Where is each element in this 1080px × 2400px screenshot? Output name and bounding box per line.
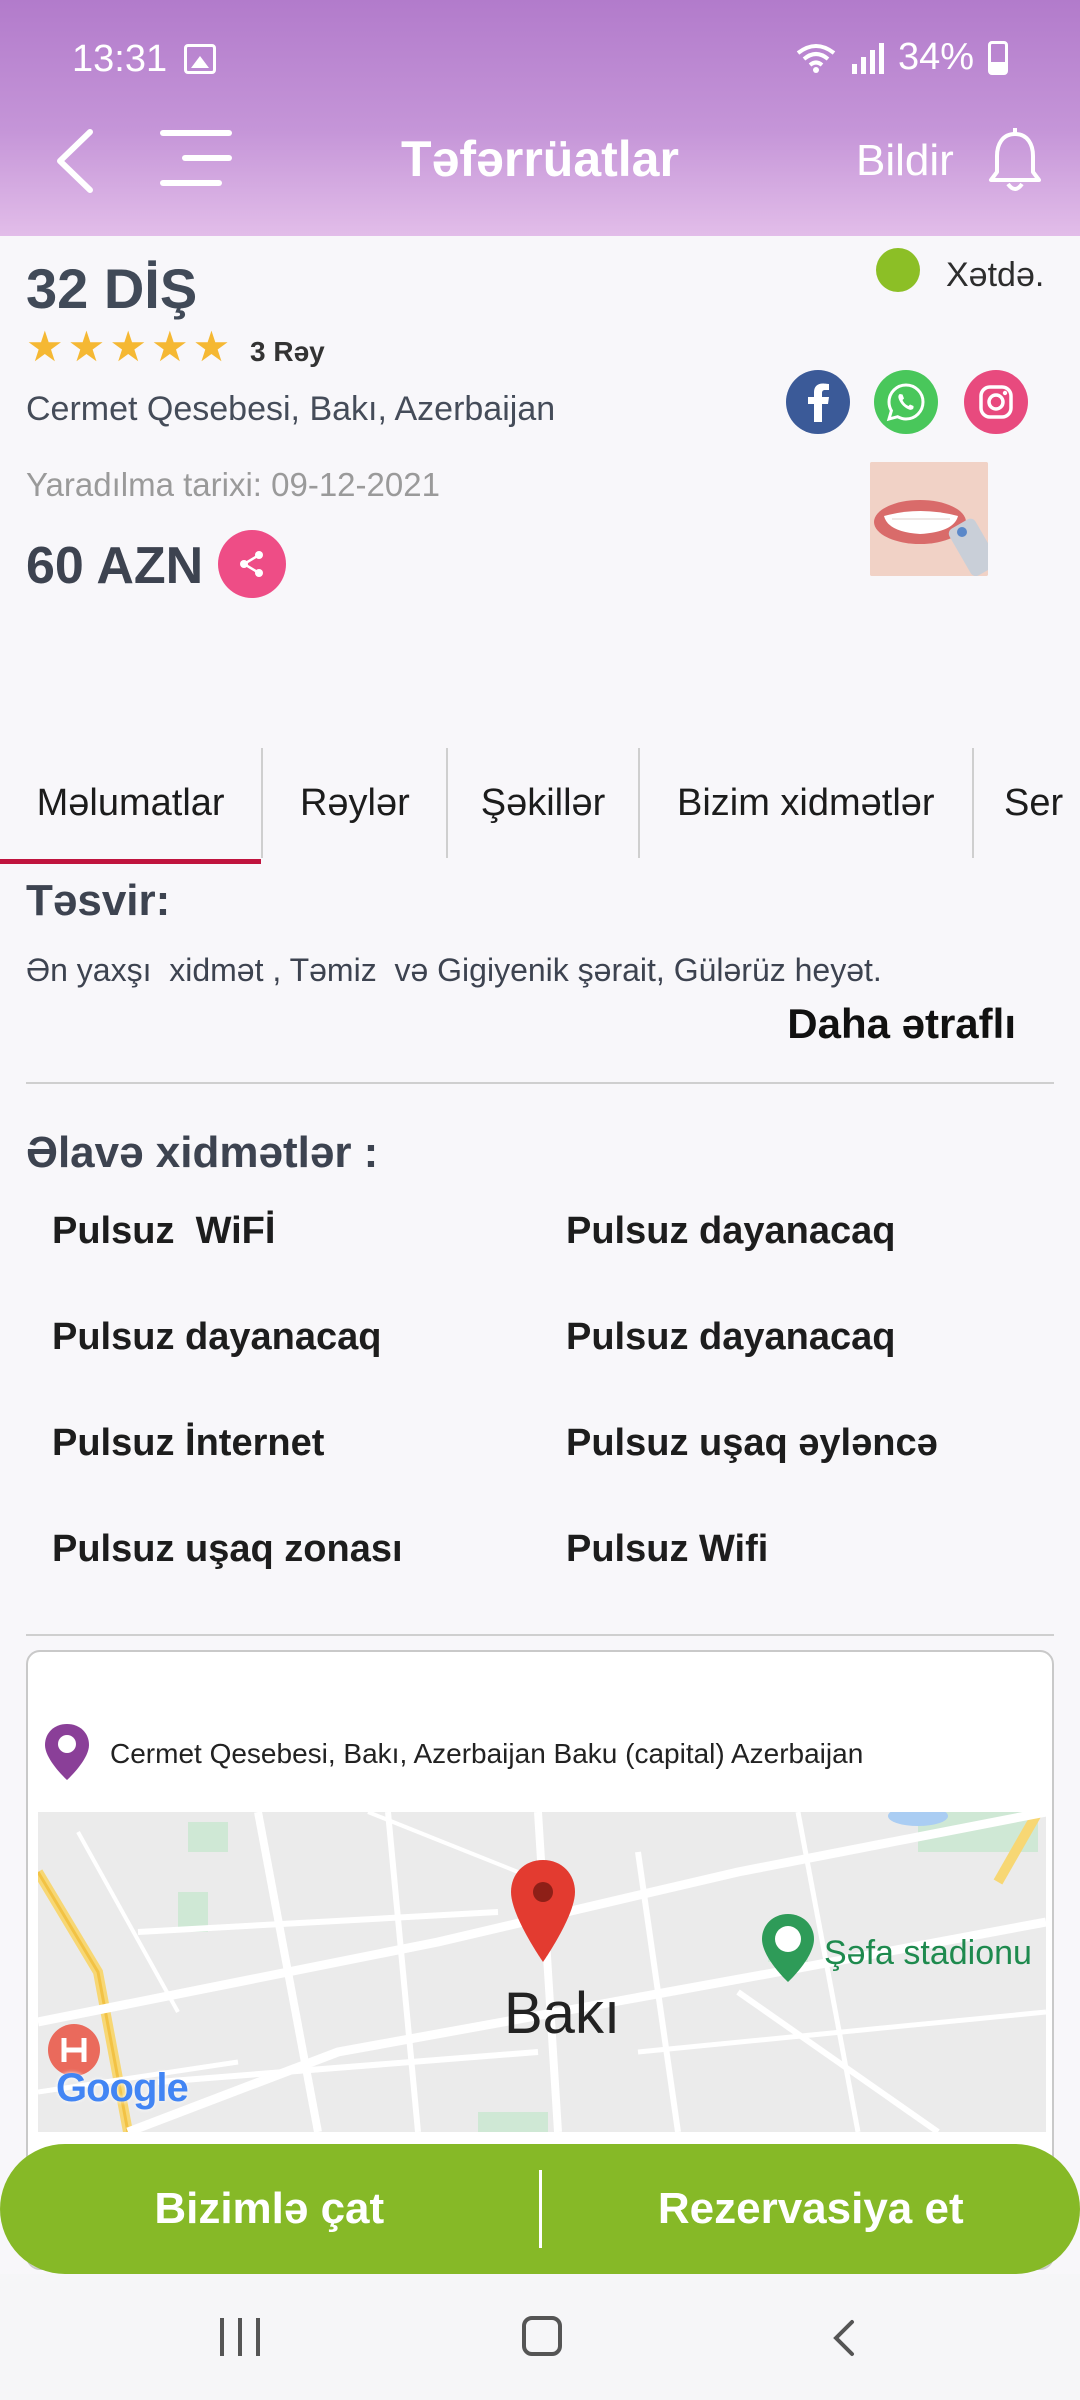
extra-service-item: Pulsuz İnternet [52,1422,325,1464]
description-text: Ən yaxşı xidmət , Təmiz və Gigiyenik şər… [26,952,882,988]
tab-reviews[interactable]: Rəylər [261,748,446,858]
extras-list: Pulsuz WiFİ Pulsuz dayanacaq Pulsuz daya… [52,1206,1052,1574]
report-button[interactable]: Bildir [856,136,954,186]
facebook-icon [808,383,829,422]
instagram-icon [979,385,1013,419]
map-poi-label: Şəfa stadionu [824,1934,1032,1972]
extra-service-item: Pulsuz uşaq zonası [52,1528,403,1570]
location-map[interactable]: Bakı Şəfa stadionu Google [38,1812,1046,2132]
tab-photos[interactable]: Şəkillər [446,748,637,858]
star-icon: ★ [67,323,106,370]
action-bar: Bizimlə çat Rezervasiya et [0,2144,1080,2274]
listing-thumbnail[interactable] [870,462,988,576]
star-icon: ★ [192,323,231,370]
tab-info[interactable]: Məlumatlar [0,748,262,864]
whatsapp-icon [886,383,925,422]
star-icon: ★ [150,323,189,370]
extra-service-item: Pulsuz dayanacaq [52,1316,382,1358]
tab-more[interactable]: Ser [971,748,1080,858]
rating-stars: ★ ★ ★ ★ ★ [26,324,230,370]
location-address: Cermet Qesebesi, Bakı, Azerbaijan Baku (… [110,1738,864,1769]
battery-icon [988,40,1008,75]
location-pin-icon [45,1724,89,1780]
system-back-icon[interactable] [824,2318,864,2358]
extras-heading: Əlavə xidmətlər : [26,1128,379,1177]
extra-service-item: Pulsuz dayanacaq [566,1210,896,1252]
listing-address: Cermet Qesebesi, Bakı, Azerbaijan [26,390,556,428]
description-heading: Təsvir: [26,876,171,925]
menu-icon[interactable] [160,130,232,192]
gallery-notification-icon [184,44,216,74]
star-icon: ★ [109,323,147,370]
facebook-button[interactable] [786,370,850,434]
extra-service-item: Pulsuz dayanacaq [566,1316,896,1358]
extra-service-item: Pulsuz uşaq əyləncə [566,1422,938,1464]
whatsapp-button[interactable] [874,370,938,434]
map-city-label: Bakı [504,1981,621,2046]
review-count[interactable]: 3 Rəy [250,336,325,368]
divider [26,1082,1054,1084]
extra-service-item: Pulsuz WiFİ [52,1210,276,1252]
read-more-link[interactable]: Daha ətraflı [787,1000,1016,1048]
home-icon[interactable] [522,2316,562,2356]
wifi-icon [796,43,836,73]
listing-title: 32 DİŞ [26,257,198,320]
reserve-button[interactable]: Rezervasiya et [542,2144,1080,2274]
online-status-dot [876,248,920,292]
online-status-text: Xətdə. [946,256,1045,294]
tab-services[interactable]: Bizim xidmətlər [637,748,972,858]
status-time: 13:31 [72,38,168,80]
google-logo: Google [56,2066,189,2110]
share-icon [240,551,263,577]
instagram-button[interactable] [964,370,1028,434]
back-arrow-icon[interactable] [50,126,102,196]
divider [26,1634,1054,1636]
status-icons: 34% [796,36,1008,79]
price: 60 AZN [26,537,204,595]
signal-icon [851,42,884,74]
app-header: 13:31 34% Təfərrüatlar Bildir [0,0,1080,236]
share-button[interactable] [218,530,286,598]
detail-tabs: Məlumatlar Rəylər Şəkillər Bizim xidmətl… [0,748,1080,868]
recent-apps-icon[interactable] [220,2318,260,2356]
map-marker-icon [511,1860,575,1962]
star-icon: ★ [26,323,64,370]
system-navigation-bar [0,2274,1080,2400]
chat-button[interactable]: Bizimlə çat [0,2144,539,2274]
bell-icon[interactable] [986,126,1044,196]
created-date: Yaradılma tarixi: 09-12-2021 [26,466,440,503]
stadium-poi-icon [762,1914,814,1982]
extra-service-item: Pulsuz Wifi [566,1528,769,1570]
smile-photo-icon [870,462,988,576]
battery-percent: 34% [897,36,974,78]
